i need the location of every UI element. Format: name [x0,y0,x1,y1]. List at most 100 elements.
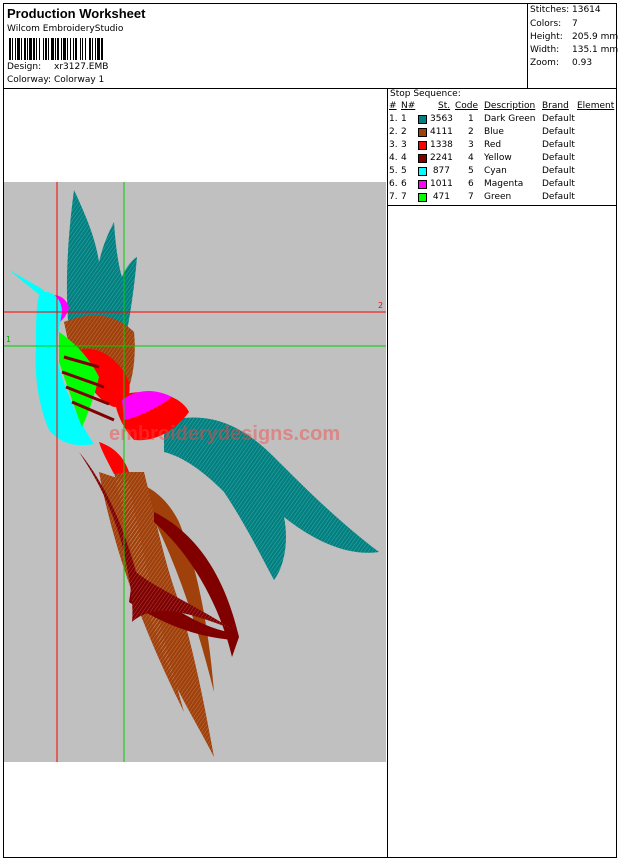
page-title: Production Worksheet [7,6,146,21]
stop-nn: 7 [401,192,407,202]
barcode-bar [101,38,103,60]
stop-stitches: 1338 [430,140,453,150]
stop-stitches: 4111 [430,127,453,137]
panel-divider [387,206,388,857]
color-swatch [418,141,427,150]
barcode-bar [70,38,71,60]
barcode-bar [82,38,83,60]
barcode-bar [80,38,81,60]
barcode-bar [57,38,59,60]
stat-colors: Colors: 7 [530,19,578,29]
col-header-num: # [389,101,397,111]
color-swatch [418,154,427,163]
stat-height: Height: 205.9 mm [530,32,619,42]
barcode-bar [33,38,35,60]
stop-nn: 4 [401,153,407,163]
stop-num: 3. [389,140,398,150]
stat-width: Width: 135.1 mm [530,45,619,55]
bird-design-svg: embroiderydesigns.com [4,182,386,762]
design-preview: embroiderydesigns.com 2 1 [4,182,386,762]
stop-brand: Default [542,153,575,163]
barcode-bar [48,38,49,60]
stop-brand: Default [542,179,575,189]
barcode-bar [51,38,54,60]
barcode-bar [21,38,22,60]
barcode-bar [67,38,68,60]
colorway-label: Colorway: [7,75,52,85]
stop-brand: Default [542,166,575,176]
stop-nn: 1 [401,114,407,124]
stop-sequence-panel: Stop Sequence: # N# St. Code Description… [387,88,616,206]
stop-num: 1. [389,114,398,124]
stat-stitches: Stitches: 13614 [530,5,601,15]
watermark-text: embroiderydesigns.com [109,423,340,445]
barcode-bar [45,38,47,60]
stop-row: 6. 6 1011 6 Magenta Default [388,179,616,192]
stop-code: 2 [468,127,474,137]
stop-num: 2. [389,127,398,137]
stop-code: 1 [468,114,474,124]
stop-code: 3 [468,140,474,150]
barcode-bar [17,38,20,60]
stop-code: 4 [468,153,474,163]
col-header-brand: Brand [542,101,569,111]
barcode-bar [27,38,28,60]
stop-description: Green [484,192,512,202]
barcode-bar [55,38,56,60]
barcode-bar [75,38,77,60]
color-swatch [418,128,427,137]
color-swatch [418,115,427,124]
color-swatch [418,180,427,189]
barcode-bar [36,38,37,60]
design-filename: xr3127.EMB [54,62,109,72]
stop-brand: Default [542,127,575,137]
col-header-description: Description [484,101,536,111]
stop-stitches: 2241 [430,153,453,163]
col-header-code: Code [455,101,479,111]
barcode-bar [39,38,40,60]
stop-stitches: 1011 [430,179,453,189]
stop-stitches: 3563 [430,114,453,124]
stop-brand: Default [542,192,575,202]
guide-label-red: 2 [378,301,384,310]
colorway-value: Colorway 1 [54,75,105,85]
design-row: Design: xr3127.EMB [7,62,108,72]
barcode-bar [43,38,44,60]
stop-description: Magenta [484,179,524,189]
stop-description: Yellow [484,153,512,163]
barcode-bar [89,38,91,60]
stop-description: Red [484,140,502,150]
stop-row: 4. 4 2241 4 Yellow Default [388,153,616,166]
guide-label-green: 1 [6,335,12,344]
worksheet: Production Worksheet Wilcom EmbroiderySt… [3,3,619,858]
stop-row: 7. 7 471 7 Green Default [388,192,616,205]
stop-description: Blue [484,127,504,137]
stop-code: 7 [468,192,474,202]
barcode-bar [73,38,74,60]
stop-brand: Default [542,114,575,124]
barcode-bar [9,38,11,60]
color-swatch [418,193,427,202]
barcode-image [9,38,103,60]
stat-zoom: Zoom: 0.93 [530,58,593,68]
stop-row: 5. 5 877 5 Cyan Default [388,166,616,179]
stop-sequence-title: Stop Sequence: [390,89,461,99]
stop-description: Cyan [484,166,507,176]
stop-num: 7. [389,192,398,202]
barcode-bar [85,38,86,60]
col-header-st: St. [438,101,451,111]
stop-nn: 5 [401,166,407,176]
stop-row: 3. 3 1338 3 Red Default [388,140,616,153]
barcode-bar [92,38,93,60]
colorway-row: Colorway: Colorway 1 [7,75,104,85]
barcode-bar [29,38,32,60]
barcode-bar [95,38,96,60]
stop-code: 5 [468,166,474,176]
stop-brand: Default [542,140,575,150]
stop-stitches: 471 [432,192,450,202]
color-swatch [418,167,427,176]
stop-row: 1. 1 3563 1 Dark Green Default [388,114,616,127]
barcode-bar [15,38,16,60]
stop-nn: 6 [401,179,407,189]
stop-stitches: 877 [432,166,450,176]
